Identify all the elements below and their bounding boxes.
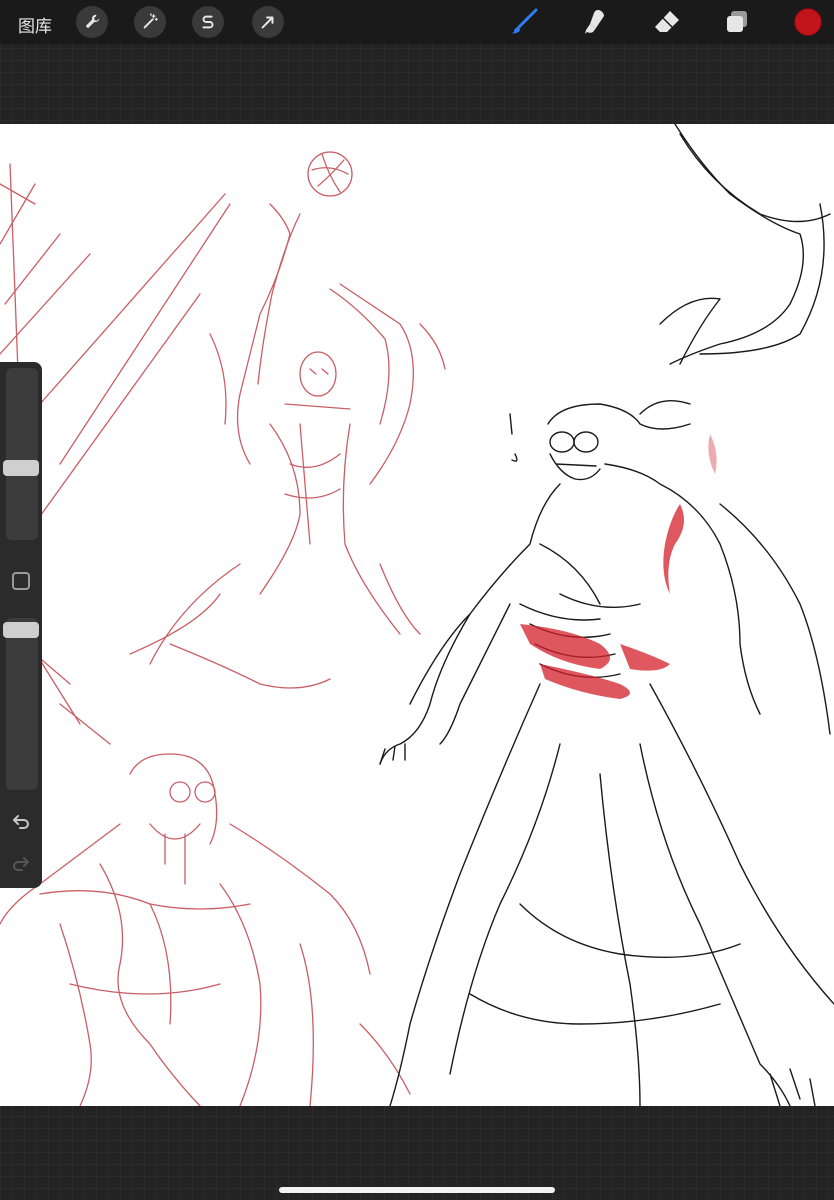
redo-icon[interactable] [10,852,32,874]
brush-size-thumb[interactable] [3,460,39,476]
magic-wand-icon[interactable] [134,6,166,38]
opacity-thumb[interactable] [3,622,39,638]
brush-size-slider[interactable] [6,368,38,540]
home-indicator[interactable] [279,1187,555,1193]
artwork-sketch [0,124,834,1106]
color-swatch-button[interactable] [794,8,822,36]
top-toolbar: 图库 [0,0,834,44]
eraser-icon[interactable] [650,6,684,38]
arrow-cursor-icon[interactable] [252,6,284,38]
layers-icon[interactable] [720,6,754,38]
opacity-slider[interactable] [6,618,38,790]
smudge-icon[interactable] [578,6,612,38]
square-modify-icon[interactable] [12,572,30,590]
undo-icon[interactable] [10,810,32,832]
gallery-button[interactable]: 图库 [18,12,52,37]
brush-icon[interactable] [508,6,542,38]
wrench-icon[interactable] [76,6,108,38]
sidebar [0,362,42,888]
selection-s-icon[interactable] [192,6,224,38]
drawing-canvas[interactable] [0,124,834,1106]
